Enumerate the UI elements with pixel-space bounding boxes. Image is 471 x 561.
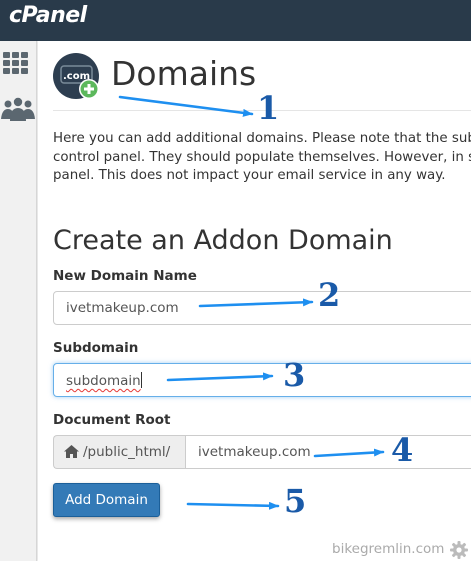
annotation-number-4: 4 [391, 431, 414, 469]
annotation-arrows [118, 95, 385, 510]
arrow-5 [186, 501, 280, 510]
gear-icon [450, 541, 468, 561]
annotation-number-5: 5 [284, 482, 307, 520]
watermark: bikegremlin.com [332, 541, 445, 557]
arrow-2 [198, 298, 314, 308]
arrow-1 [118, 95, 254, 117]
annotation-number-1: 1 [257, 89, 280, 127]
arrow-4 [313, 448, 385, 458]
arrow-3 [166, 372, 274, 382]
annotation-number-3: 3 [283, 356, 306, 394]
annotation-number-2: 2 [318, 276, 341, 314]
